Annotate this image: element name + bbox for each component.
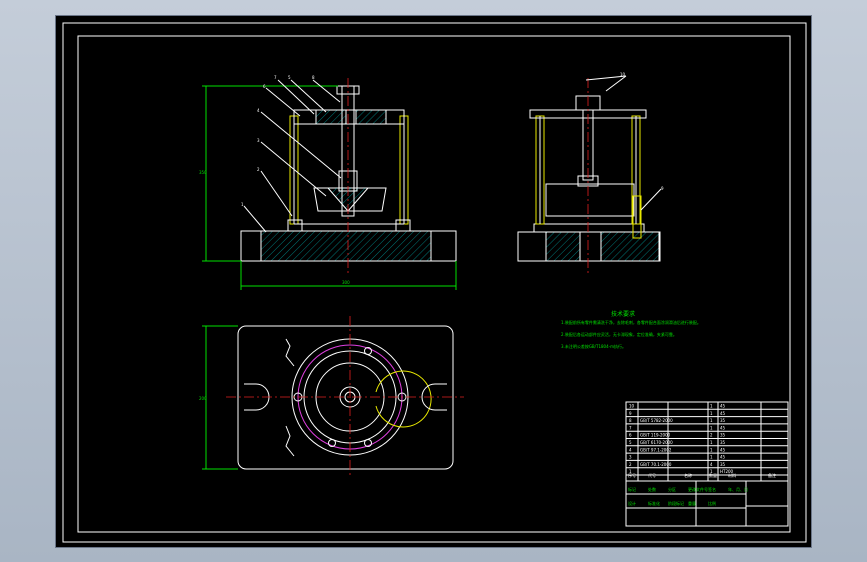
- cad-drawing-canvas: 7 5 8 6 4 3 2 1 350 300 10 9 200 技术要求 1.…: [62, 22, 807, 543]
- tb-row-6-material: 35: [720, 433, 726, 438]
- tech-req-line-1: 1.装配前所有零件需清洗干净，去除毛刺，各零件配合面涂润滑油后进行装配。: [561, 319, 701, 325]
- tb-row-6-code: GB/T 119-2000: [640, 433, 671, 438]
- tb-row-4-material: 45: [720, 447, 726, 452]
- tb-row-2-code: GB/T 70.1-2000: [640, 462, 672, 467]
- tb-bottom-cell: 标准化: [648, 500, 660, 506]
- tb-row-8-no: 8: [629, 418, 632, 423]
- width-dimension-text: 300: [342, 280, 350, 285]
- tb-row-9-qty: 1: [710, 411, 713, 416]
- tb-bottom-cell: 标记: [628, 486, 636, 492]
- tb-row-10-no: 10: [629, 404, 635, 409]
- tb-row-3-material: 45: [720, 455, 726, 460]
- title-block-bottom: 标记 处数 分区 更改文件号 签名 年、月、日设计 标准化 阶段标记 重量 比例: [628, 486, 748, 506]
- tb-header-qty: 数量: [709, 472, 717, 478]
- tb-bottom-cell: 比例: [708, 500, 716, 506]
- part-label-5: 5: [288, 75, 291, 80]
- tech-req-title: 技术要求: [611, 310, 635, 318]
- tb-row-7-qty: 1: [710, 425, 713, 430]
- tb-bottom-cell: 重量: [688, 500, 696, 506]
- tb-row-8-code: GB/T 5782-2000: [640, 418, 673, 423]
- tb-bottom-cell: 更改文件号: [688, 486, 708, 492]
- part-label-2: 2: [257, 167, 260, 172]
- tb-bottom-cell: 阶段标记: [668, 500, 684, 506]
- tb-row-4-qty: 1: [710, 447, 713, 452]
- tb-row-3-qty: 1: [710, 455, 713, 460]
- tb-row-8-qty: 1: [710, 418, 713, 423]
- tb-row-5-qty: 1: [710, 440, 713, 445]
- tb-row-2-material: 35: [720, 462, 726, 467]
- part-label-9: 9: [661, 186, 664, 191]
- part-label-1: 1: [241, 202, 244, 207]
- tb-header-material: 材料: [728, 472, 736, 478]
- tb-row-10-qty: 1: [710, 404, 713, 409]
- tb-row-5-code: GB/T 6170-2000: [640, 440, 673, 445]
- title-block-rows: 10 1 459 1 458 GB/T 5782-2000 1 357 1 456 GB/T 119…: [626, 404, 788, 476]
- tb-header-no: 序号: [628, 472, 636, 478]
- tech-req-line-3: 3.未注明公差按GB/T1804-m执行。: [561, 343, 626, 349]
- technical-requirements: 技术要求 1.装配前所有零件需清洗干净，去除毛刺，各零件配合面涂润滑油后进行装配…: [561, 310, 701, 349]
- tb-bottom-cell: 签名: [708, 486, 716, 492]
- tb-row-5-material: 35: [720, 440, 726, 445]
- tb-row-2-qty: 4: [710, 462, 713, 467]
- tb-row-5-no: 5: [629, 440, 632, 445]
- tech-req-line-2: 2.装配后各运动部件应灵活，无卡滞现象，定位准确，夹紧可靠。: [561, 331, 677, 337]
- top-view: [202, 316, 464, 476]
- tb-bottom-cell: 年、月、日: [728, 486, 748, 492]
- tb-row-9-no: 9: [629, 411, 632, 416]
- cad-drawing-viewport[interactable]: 7 5 8 6 4 3 2 1 350 300 10 9 200 技术要求 1.…: [55, 15, 812, 548]
- part-label-10: 10: [620, 72, 626, 77]
- tb-row-4-no: 4: [629, 447, 632, 452]
- drawing-outer-border: [62, 22, 807, 543]
- tb-row-2-no: 2: [629, 462, 632, 467]
- part-label-7: 7: [274, 75, 277, 80]
- part-label-4: 4: [257, 108, 260, 113]
- drawing-inner-border: [77, 35, 791, 533]
- tb-row-4-code: GB/T 97.1-2002: [640, 447, 672, 452]
- tb-row-9-material: 45: [720, 411, 726, 416]
- front-view: [202, 78, 457, 290]
- tb-header-code: 代号: [648, 472, 656, 478]
- tb-row-3-no: 3: [629, 455, 632, 460]
- tb-bottom-cell: 分区: [668, 486, 676, 492]
- height-dimension-text: 350: [199, 170, 207, 175]
- tb-row-6-no: 6: [629, 433, 632, 438]
- top-height-dimension-text: 200: [199, 396, 207, 401]
- part-label-3: 3: [257, 138, 260, 143]
- tb-header-note: 备注: [768, 472, 776, 478]
- side-view: [517, 75, 662, 276]
- side-view-labels: 10 9: [620, 72, 664, 191]
- tb-header-name: 名称: [684, 472, 692, 478]
- tb-row-7-material: 45: [720, 425, 726, 430]
- part-label-8: 8: [312, 75, 315, 80]
- tb-row-6-qty: 2: [710, 433, 713, 438]
- tb-bottom-cell: 处数: [648, 486, 656, 492]
- tb-row-8-material: 35: [720, 418, 726, 423]
- tb-row-10-material: 45: [720, 404, 726, 409]
- tb-bottom-cell: 设计: [628, 500, 636, 506]
- tb-row-7-no: 7: [629, 425, 632, 430]
